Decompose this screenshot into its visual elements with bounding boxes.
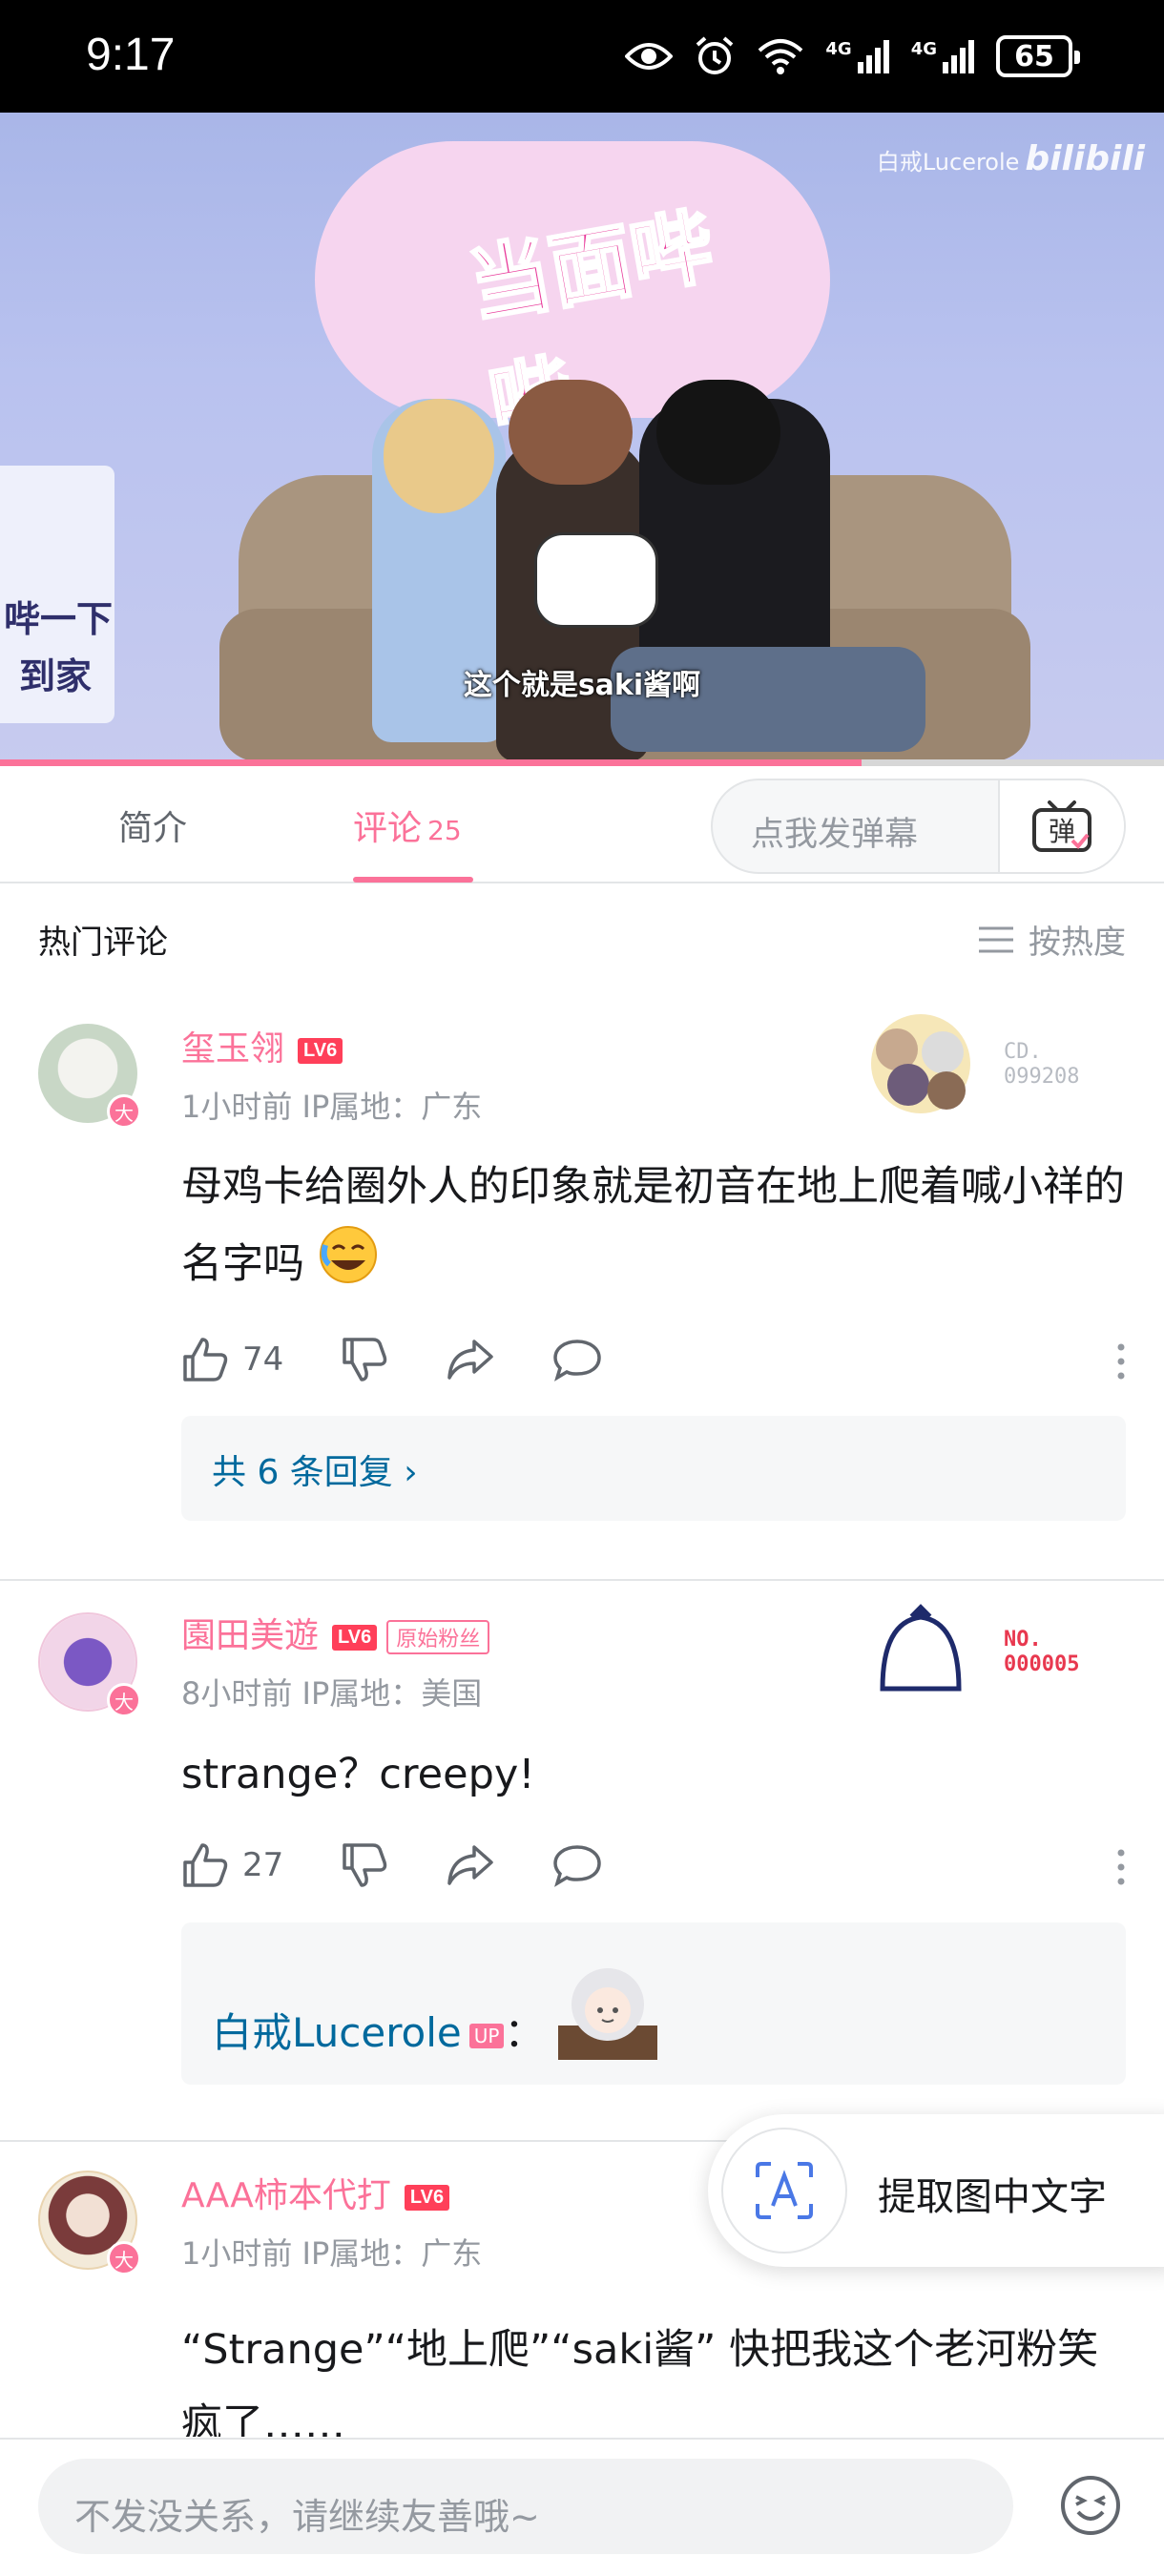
eye-icon bbox=[625, 39, 674, 73]
tab-comments[interactable]: 评论 25 bbox=[353, 800, 462, 850]
reply-username: 白戒Lucerole bbox=[212, 2009, 462, 2056]
thumbs-up-icon bbox=[183, 1338, 228, 1381]
share-icon bbox=[447, 1845, 494, 1885]
more-vertical-icon bbox=[1117, 1343, 1125, 1380]
reply-preview[interactable]: 白戒Lucerole UP： bbox=[212, 2001, 544, 2059]
video-watermark: 白戒Lucerole bilibili bbox=[876, 139, 1145, 178]
more-options-button[interactable] bbox=[1116, 1342, 1126, 1384]
thumbs-down-icon bbox=[343, 1843, 387, 1887]
battery-icon: 65 bbox=[996, 35, 1080, 77]
wifi-icon bbox=[757, 37, 804, 75]
comment-input-bar: 不发没关系，请继续友善哦~ bbox=[0, 2438, 1164, 2576]
dislike-button[interactable] bbox=[341, 1336, 388, 1383]
laughing-emoji-icon bbox=[318, 1224, 379, 1309]
comment-username[interactable]: AAA柿本代打 LV6 bbox=[181, 2168, 450, 2217]
fan-decoration[interactable] bbox=[859, 1007, 983, 1125]
original-fan-badge: 原始粉丝 bbox=[386, 1620, 490, 1654]
fan-decoration-graphic bbox=[871, 1014, 970, 1113]
show-logo: 当面哔哔 bbox=[460, 197, 721, 454]
comment-count: 25 bbox=[427, 815, 462, 846]
more-options-button[interactable] bbox=[1116, 1848, 1126, 1890]
comment-username[interactable]: 園田美遊 LV6 原始粉丝 bbox=[181, 1608, 490, 1657]
reply-preview-box[interactable]: 白戒Lucerole UP： bbox=[181, 1922, 1126, 2085]
sort-button[interactable]: 按热度 bbox=[977, 916, 1126, 963]
hot-comments-title: 热门评论 bbox=[38, 924, 168, 962]
comment-meta: 1小时前 IP属地：广东 bbox=[181, 2235, 483, 2272]
comment-content: 母鸡卡给圈外人的印象就是初音在地上爬着喊小祥的名字吗 bbox=[181, 1150, 1126, 1309]
danmaku-input[interactable]: 点我发弹幕 弹 bbox=[711, 779, 1126, 874]
vip-badge: 大 bbox=[107, 2241, 141, 2275]
comment-content: strange？creepy! bbox=[181, 1751, 535, 1798]
tab-active-indicator bbox=[353, 877, 473, 883]
fan-decoration-graphic bbox=[880, 1604, 962, 1692]
vip-badge: 大 bbox=[107, 1094, 141, 1129]
more-vertical-icon bbox=[1117, 1849, 1125, 1885]
signal-icon-2: 4G bbox=[911, 39, 975, 73]
text-scan-icon bbox=[756, 2162, 813, 2219]
fan-number: NO. 000005 bbox=[1004, 1628, 1080, 1676]
comment-content: “Strange”“地上爬”“saki酱” 快把我这个老河粉笑疯了…… bbox=[181, 2326, 1099, 2437]
thumbs-up-icon bbox=[183, 1843, 228, 1887]
status-bar: 9:17 4G 4G 65 bbox=[0, 0, 1164, 113]
view-replies-link[interactable]: 共 6 条回复 › bbox=[212, 1444, 418, 1494]
reply-button[interactable] bbox=[552, 1843, 602, 1887]
fan-decoration[interactable] bbox=[873, 1603, 968, 1702]
danmaku-placeholder: 点我发弹幕 bbox=[751, 816, 919, 854]
up-badge: UP bbox=[468, 2023, 505, 2048]
fan-number: CD. 099208 bbox=[1004, 1040, 1080, 1089]
comment-meta: 1小时前 IP属地：广东 bbox=[181, 1089, 483, 1125]
avatar[interactable]: 大 bbox=[38, 2171, 141, 2275]
menu-lines-icon bbox=[979, 926, 1013, 952]
signal-icon-1: 4G bbox=[825, 39, 889, 73]
avatar[interactable]: 大 bbox=[38, 1612, 141, 1717]
person-left-head bbox=[384, 399, 494, 513]
level-badge: LV6 bbox=[404, 2184, 450, 2211]
video-subtitle: 这个就是saki酱啊 bbox=[463, 669, 701, 702]
avatar[interactable]: 大 bbox=[38, 1024, 141, 1129]
share-icon bbox=[447, 1340, 494, 1380]
comment-bubble-icon bbox=[553, 1845, 602, 1887]
danmaku-icon: 弹 bbox=[1032, 800, 1091, 852]
extract-text-button[interactable]: 提取图中文字 bbox=[708, 2114, 1164, 2267]
emoji-icon bbox=[1061, 2476, 1120, 2535]
level-badge: LV6 bbox=[332, 1624, 378, 1651]
replies-box[interactable]: 共 6 条回复 › bbox=[181, 1416, 1126, 1521]
comment-meta: 8小时前 IP属地：美国 bbox=[181, 1675, 483, 1712]
comment-input[interactable]: 不发没关系，请继续友善哦~ bbox=[38, 2459, 1013, 2554]
tv-mascot-plush bbox=[534, 532, 658, 628]
like-button[interactable]: 74 bbox=[181, 1336, 283, 1383]
comment-username[interactable]: 玺玉翎 LV6 bbox=[181, 1021, 343, 1070]
comment-input-placeholder: 不发没关系，请继续友善哦~ bbox=[74, 2496, 540, 2538]
thumbs-down-icon bbox=[343, 1338, 387, 1381]
share-button[interactable] bbox=[446, 1338, 495, 1381]
vip-badge: 大 bbox=[107, 1683, 141, 1717]
like-button[interactable]: 27 bbox=[181, 1841, 283, 1889]
tab-intro[interactable]: 简介 bbox=[118, 800, 187, 850]
status-icons: 4G 4G 65 bbox=[625, 32, 1080, 80]
sticker-image bbox=[558, 1961, 657, 2064]
svg-text:弹: 弹 bbox=[1049, 816, 1075, 847]
ocr-icon-circle bbox=[721, 2128, 847, 2254]
like-count: 74 bbox=[242, 1340, 284, 1379]
level-badge: LV6 bbox=[298, 1037, 343, 1064]
emoji-button[interactable] bbox=[1059, 2474, 1122, 2541]
like-count: 27 bbox=[242, 1846, 284, 1884]
video-progress-fill bbox=[0, 759, 862, 766]
dislike-button[interactable] bbox=[341, 1841, 388, 1889]
share-button[interactable] bbox=[446, 1843, 495, 1887]
comment-actions: 74 bbox=[181, 1333, 1126, 1386]
extract-text-label: 提取图中文字 bbox=[878, 2175, 1107, 2219]
comment-divider bbox=[0, 1579, 1164, 1581]
danmaku-toggle-button[interactable]: 弹 bbox=[998, 780, 1124, 872]
comment-bubble-icon bbox=[553, 1340, 602, 1381]
video-player[interactable]: 当面哔哔 白戒Lucerole bilibili 哔一下 到家 这个就是saki酱… bbox=[0, 113, 1164, 766]
status-time: 9:17 bbox=[86, 30, 176, 80]
comment-actions: 27 bbox=[181, 1839, 1126, 1892]
reply-button[interactable] bbox=[552, 1338, 602, 1381]
alarm-icon bbox=[694, 35, 736, 77]
person-middle-head bbox=[509, 380, 633, 485]
video-progress-bar[interactable] bbox=[0, 759, 1164, 766]
person-right-head bbox=[656, 380, 780, 485]
